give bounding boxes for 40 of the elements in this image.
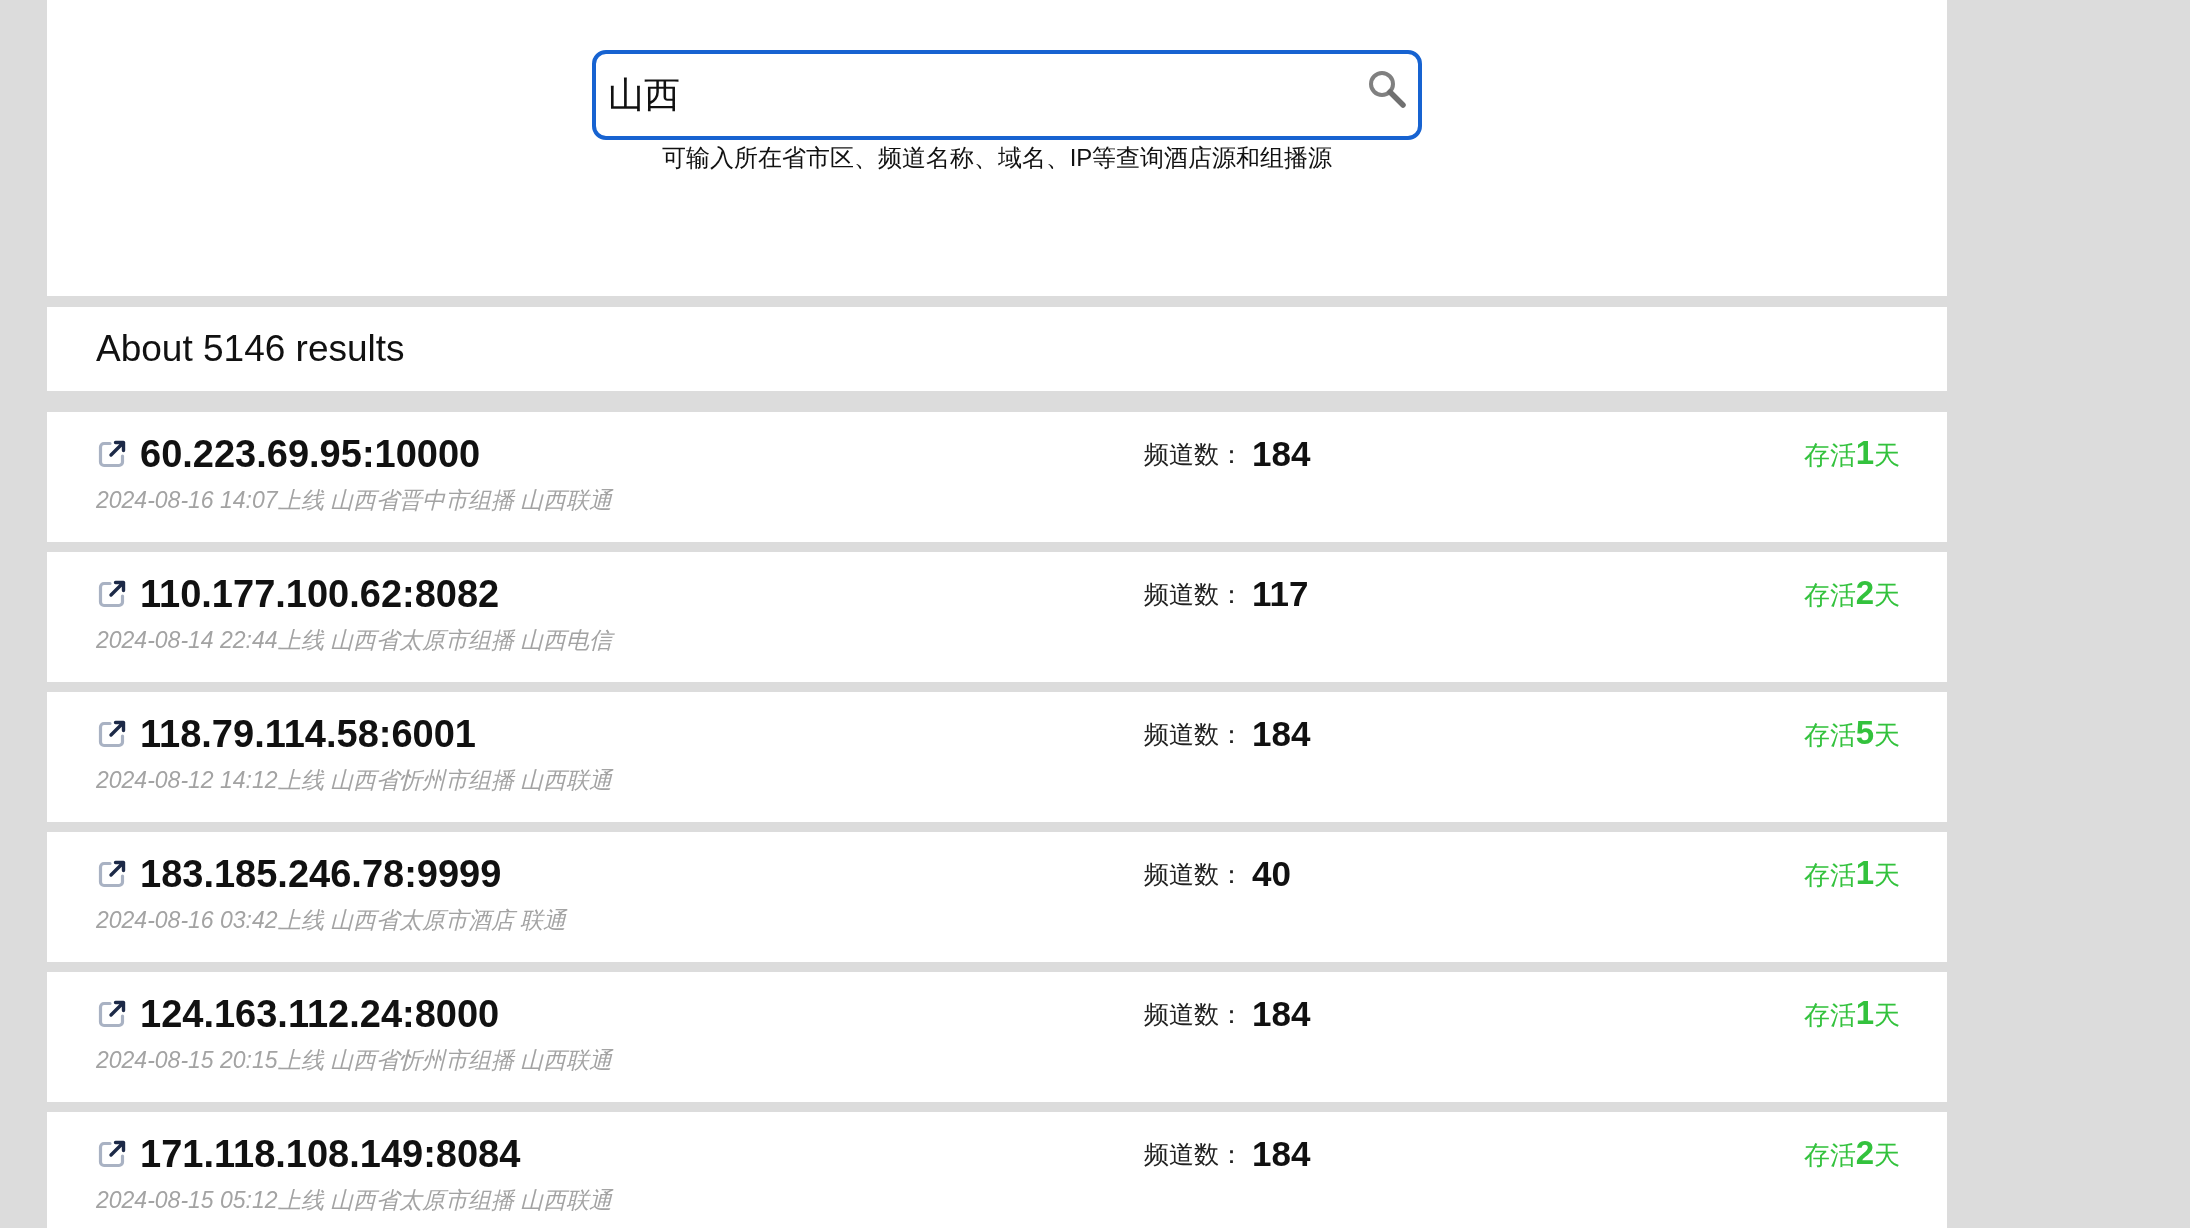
address-link[interactable]: 110.177.100.62:8082 <box>140 571 500 617</box>
uptime-text: 存活1天 <box>1803 993 1900 1033</box>
source-details: 2024-08-16 03:42上线 山西省太原市酒店 联通 <box>96 906 567 935</box>
channel-count-label: 频道数： <box>1144 1139 1244 1170</box>
channel-count-label: 频道数： <box>1144 439 1244 470</box>
external-link-icon[interactable] <box>96 858 128 890</box>
channel-count-label: 频道数： <box>1144 579 1244 610</box>
uptime-text: 存活2天 <box>1803 1133 1900 1173</box>
channel-count: 184 <box>1252 993 1311 1035</box>
external-link-icon[interactable] <box>96 718 128 750</box>
uptime-text: 存活5天 <box>1803 713 1900 753</box>
channel-count: 40 <box>1252 853 1291 895</box>
external-link-icon[interactable] <box>96 438 128 470</box>
uptime-text: 存活2天 <box>1803 573 1900 613</box>
external-link-icon[interactable] <box>96 578 128 610</box>
address-link[interactable]: 171.118.108.149:8084 <box>140 1131 521 1177</box>
search-icon[interactable] <box>1366 68 1406 108</box>
results-count: About 5146 results <box>96 327 405 371</box>
channel-count: 184 <box>1252 1133 1311 1175</box>
source-details: 2024-08-16 14:07上线 山西省晋中市组播 山西联通 <box>96 486 613 515</box>
uptime-text: 存活1天 <box>1803 433 1900 473</box>
source-details: 2024-08-12 14:12上线 山西省忻州市组播 山西联通 <box>96 766 613 795</box>
channel-count: 184 <box>1252 713 1311 755</box>
channel-count: 117 <box>1252 573 1309 615</box>
source-details: 2024-08-14 22:44上线 山西省太原市组播 山西电信 <box>96 626 613 655</box>
address-link[interactable]: 183.185.246.78:9999 <box>140 851 502 897</box>
uptime-text: 存活1天 <box>1803 853 1900 893</box>
address-link[interactable]: 60.223.69.95:10000 <box>140 431 481 477</box>
search-field[interactable]: 山西 <box>592 50 1422 140</box>
channel-count-label: 频道数： <box>1144 719 1244 750</box>
address-link[interactable]: 124.163.112.24:8000 <box>140 991 500 1037</box>
channel-count-label: 频道数： <box>1144 859 1244 890</box>
external-link-icon[interactable] <box>96 998 128 1030</box>
search-hint: 可输入所在省市区、频道名称、域名、IP等查询酒店源和组播源 <box>661 143 1333 173</box>
channel-count-label: 频道数： <box>1144 999 1244 1030</box>
address-link[interactable]: 118.79.114.58:6001 <box>140 711 476 757</box>
external-link-icon[interactable] <box>96 1138 128 1170</box>
source-details: 2024-08-15 05:12上线 山西省太原市组播 山西联通 <box>96 1186 613 1215</box>
source-details: 2024-08-15 20:15上线 山西省忻州市组播 山西联通 <box>96 1046 613 1075</box>
channel-count: 184 <box>1252 433 1311 475</box>
